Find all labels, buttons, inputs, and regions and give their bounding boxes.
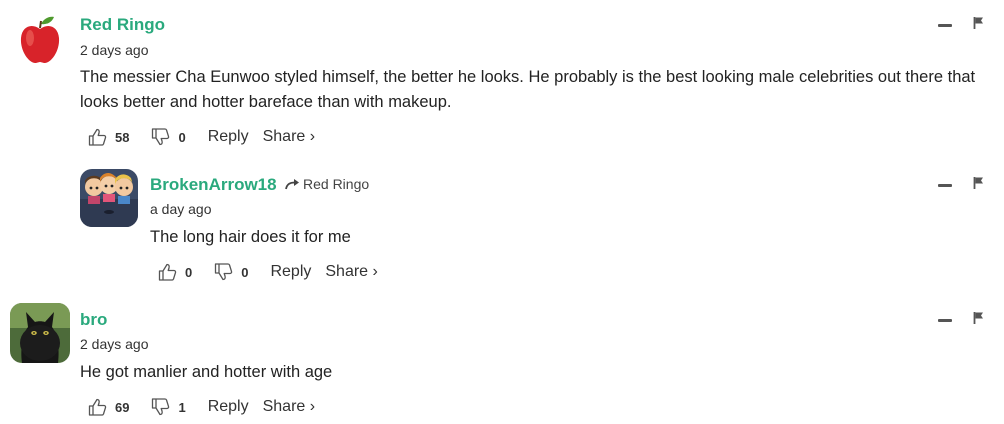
minimize-icon[interactable] <box>938 24 952 27</box>
thumbs-up-icon <box>158 263 177 281</box>
minimize-icon[interactable] <box>938 319 952 322</box>
timestamp[interactable]: 2 days ago <box>80 336 149 352</box>
comment-actions: 58 0 Reply Share › <box>88 126 329 148</box>
comment-text: The long hair does it for me <box>150 228 351 246</box>
reply-button[interactable]: Reply <box>270 263 311 281</box>
username[interactable]: bro <box>80 310 107 330</box>
flag-icon[interactable] <box>973 176 985 190</box>
avatar[interactable] <box>10 10 70 70</box>
thumbs-down-icon <box>152 128 170 146</box>
avatar[interactable] <box>10 303 70 363</box>
comment-text: He got manlier and hotter with age <box>80 363 333 381</box>
username[interactable]: Red Ringo <box>80 15 165 35</box>
thumbs-down-icon <box>215 263 233 281</box>
upvote-button[interactable]: 0 <box>158 263 192 281</box>
reply-button[interactable]: Reply <box>208 398 249 416</box>
thumbs-down-icon <box>152 398 170 416</box>
flag-icon[interactable] <box>973 311 985 325</box>
share-button[interactable]: Share › <box>263 128 315 146</box>
reply-to[interactable]: Red Ringo <box>285 176 369 192</box>
apple-icon <box>10 10 70 70</box>
thumbs-up-icon <box>88 128 107 146</box>
upvote-button[interactable]: 69 <box>88 398 129 416</box>
flag-icon[interactable] <box>973 16 985 30</box>
comment: bro 2 days ago He got manlier and hotter… <box>0 295 1004 424</box>
upvote-count: 69 <box>115 399 130 415</box>
username[interactable]: BrokenArrow18 <box>150 175 277 195</box>
upvote-count: 58 <box>115 129 130 145</box>
downvote-button[interactable]: 1 <box>151 398 186 416</box>
minimize-icon[interactable] <box>938 184 952 187</box>
downvote-count: 0 <box>178 129 186 145</box>
timestamp[interactable]: a day ago <box>150 201 212 217</box>
upvote-button[interactable]: 58 <box>88 128 129 146</box>
avatar[interactable] <box>80 169 138 227</box>
upvote-count: 0 <box>185 264 193 280</box>
comment-actions: 0 0 Reply Share › <box>158 261 392 283</box>
timestamp[interactable]: 2 days ago <box>80 42 149 58</box>
share-button[interactable]: Share › <box>325 263 377 281</box>
downvote-button[interactable]: 0 <box>214 263 248 281</box>
comment-actions: 69 1 Reply Share › <box>88 396 329 418</box>
comment-text: The messier Cha Eunwoo styled himself, t… <box>80 68 976 111</box>
downvote-count: 0 <box>241 264 249 280</box>
cartoon-group-icon <box>80 169 138 227</box>
thumbs-up-icon <box>88 398 107 416</box>
reply-comment: BrokenArrow18 Red Ringo a day ago The lo… <box>0 160 1004 295</box>
share-button[interactable]: Share › <box>263 398 315 416</box>
reply-button[interactable]: Reply <box>208 128 249 146</box>
downvote-count: 1 <box>178 399 186 415</box>
reply-arrow-icon <box>285 179 299 190</box>
black-cat-icon <box>10 303 70 363</box>
comment: Red Ringo 2 days ago The messier Cha Eun… <box>0 0 1004 160</box>
reply-to-username: Red Ringo <box>303 176 370 192</box>
downvote-button[interactable]: 0 <box>151 128 186 146</box>
